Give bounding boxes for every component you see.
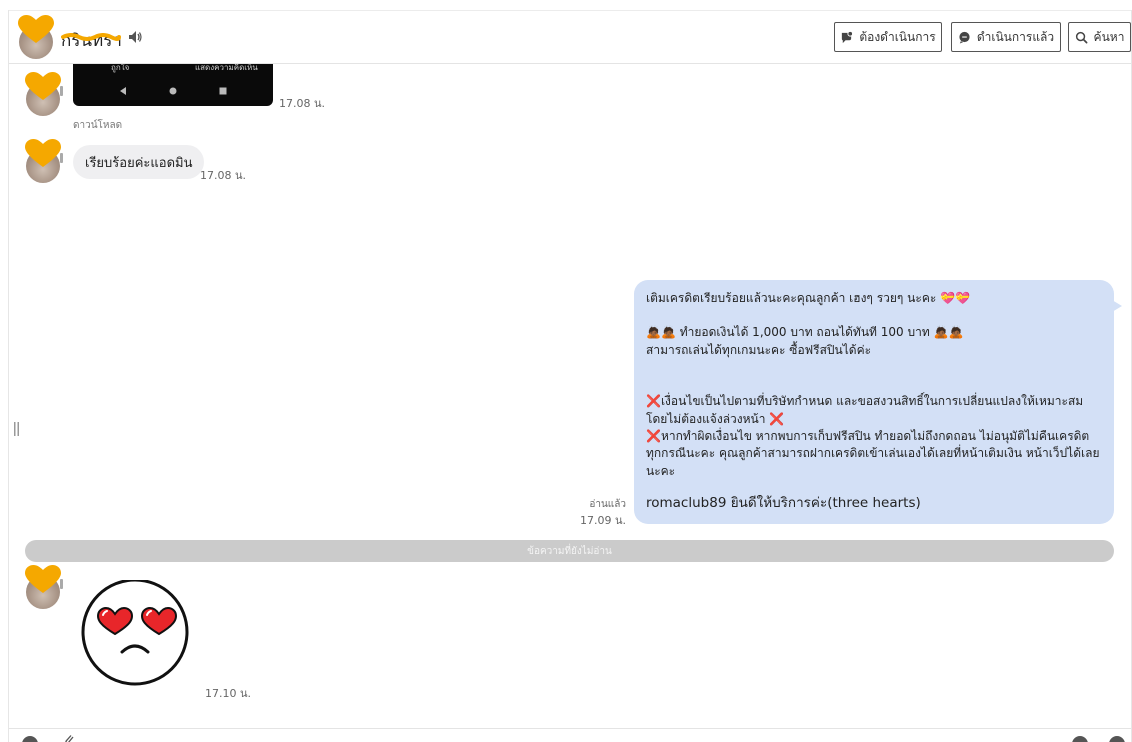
bubble-tail [1112,300,1122,312]
chat-check-icon [959,31,970,44]
sticker-picker-icon[interactable] [1072,736,1088,742]
read-status: อ่านแล้ว [589,499,626,510]
agent-message-line: เติมเครดิตเรียบร้อยแล้วนะคะคุณลูกค้า เฮง… [646,291,970,305]
pending-action-button[interactable]: ต้องดำเนินการ [834,22,942,52]
home-nav-icon [169,87,177,95]
recents-nav-icon [219,87,227,95]
heart-sticker-icon [18,15,54,43]
avatar-status-mark [60,153,63,163]
pending-action-label: ต้องดำเนินการ [859,29,936,44]
contact-avatar[interactable] [17,15,55,59]
redaction-scribble [61,33,121,41]
attachment-icon[interactable] [64,734,76,742]
heart-sticker-icon [25,565,61,593]
message-time: 17.09 น. [579,514,626,527]
avatar-status-mark [60,86,63,96]
message-time: 17.10 น. [205,687,252,700]
download-link[interactable]: ดาวน์โหลด [73,118,122,133]
back-nav-icon [120,87,126,95]
message-time: 17.08 น. [279,97,326,110]
search-icon [1075,31,1087,43]
done-action-label: ดำเนินการแล้ว [976,29,1055,44]
resize-handle-icon[interactable] [14,422,19,436]
sender-avatar[interactable] [24,72,63,116]
heart-sticker-icon [25,139,61,167]
send-icon[interactable] [1109,736,1125,742]
emoji-icon[interactable] [22,736,38,742]
agent-message-line: romaclub89 ยินดีให้บริการค่ะ(three heart… [646,495,921,512]
search-button[interactable]: ค้นหา [1068,22,1131,52]
unread-divider: ข้อความที่ยังไม่อ่าน [25,540,1114,562]
search-label: ค้นหา [1093,29,1125,44]
sender-avatar[interactable] [24,565,63,609]
frame-left-border [8,10,9,742]
agent-message-line: ❌เงื่อนไขเป็นไปตามที่บริษัทกำหนด และขอสง… [646,394,1084,426]
agent-message-line: 🙇🏾🙇🏾 ทำยอดเงินได้ 1,000 บาท ถอนได้ทันที … [646,325,964,340]
avatar-status-mark [60,579,63,589]
message-composer [9,728,1131,742]
agent-message-bubble[interactable]: เติมเครดิตเรียบร้อยแล้วนะคะคุณลูกค้า เฮง… [634,280,1114,524]
agent-message-line: สามารถเล่นได้ทุกเกมนะคะ ซื้อฟรีสปินได้ค่… [646,342,872,357]
chat-bubble-icon [842,30,854,43]
chat-header: กรินทรา ต้องดำเนินการ ดำเนินการแล้ว ค้นห… [9,11,1131,64]
heart-eyes-sticker[interactable] [80,580,192,688]
done-action-button[interactable]: ดำเนินการแล้ว [951,22,1061,52]
sender-avatar[interactable] [24,139,63,183]
speaker-icon[interactable] [127,29,143,45]
message-time: 17.08 น. [200,169,247,182]
agent-message-line: ❌หากทำผิดเงื่อนไข หากพบการเก็บฟรีสปิน ทำ… [646,428,1100,478]
heart-sticker-icon [25,72,61,100]
image-comment-text: แสดงความคิดเห็น [195,64,258,72]
image-like-text: ถูกใจ [111,64,130,72]
customer-message-bubble[interactable]: เรียบร้อยค่ะแอดมิน [73,145,205,179]
image-message[interactable]: ถูกใจ แสดงความคิดเห็น [73,64,273,106]
